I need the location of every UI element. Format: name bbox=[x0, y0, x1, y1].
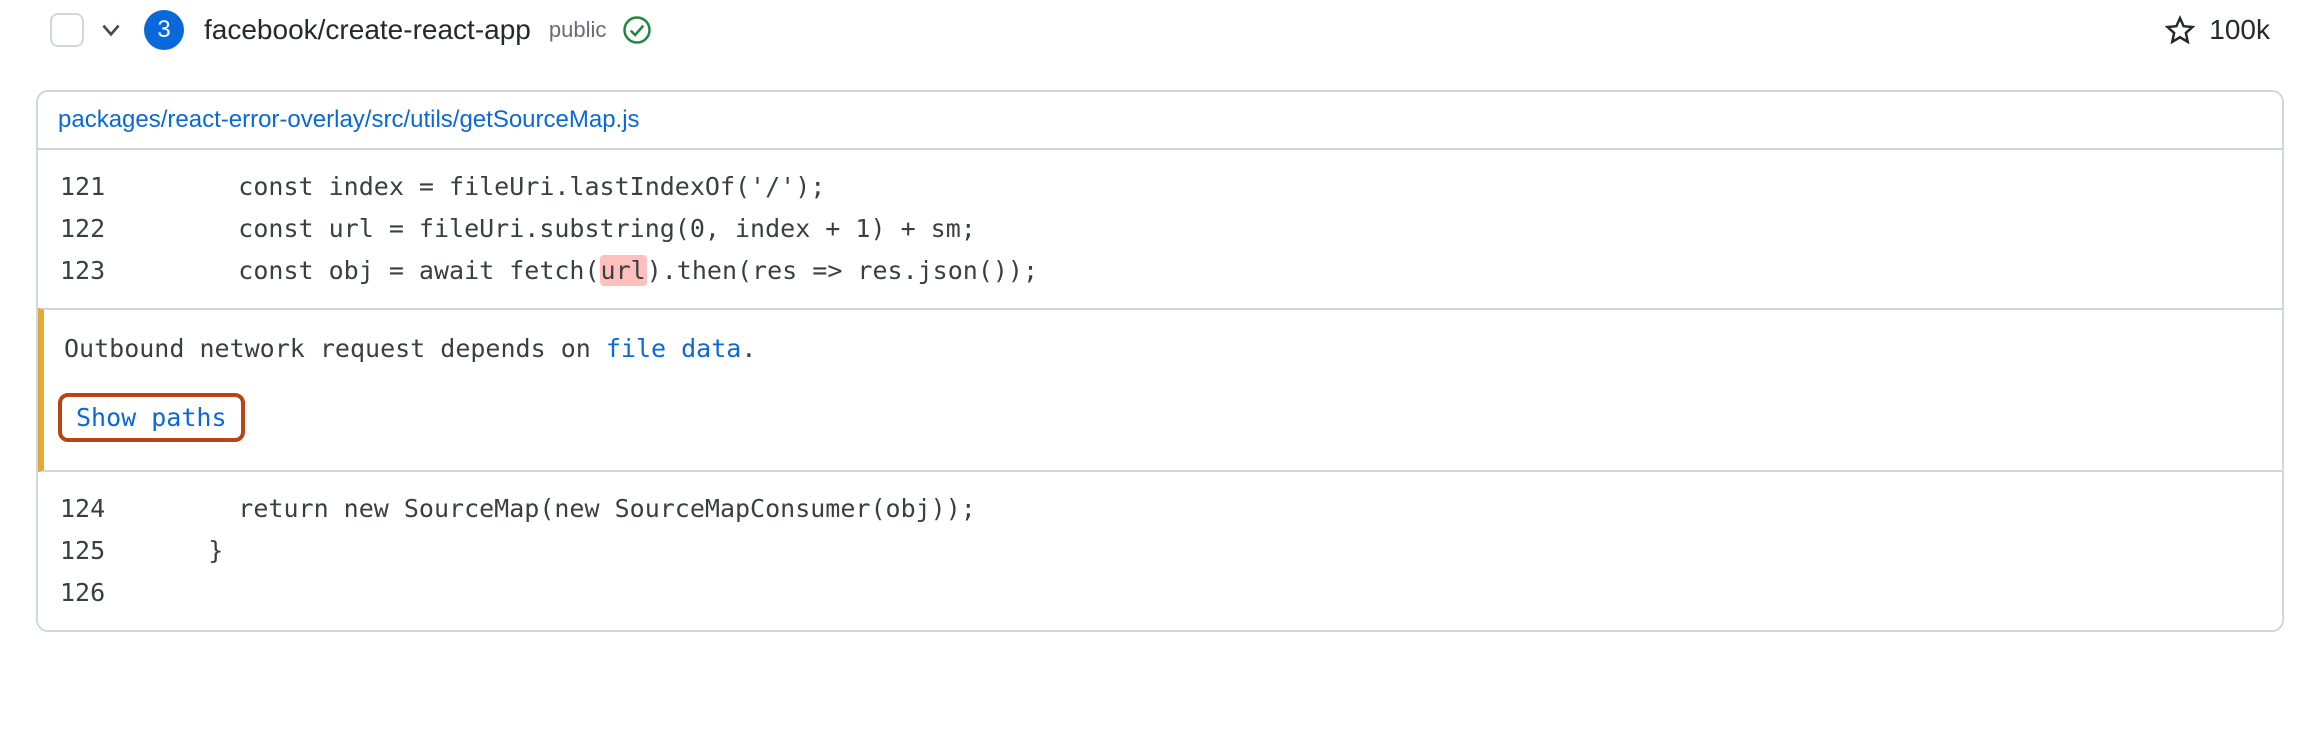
alert-text-before: Outbound network request depends on bbox=[64, 334, 606, 363]
code-panel: packages/react-error-overlay/src/utils/g… bbox=[36, 90, 2284, 632]
code-block-before: 121 const index = fileUri.lastIndexOf('/… bbox=[38, 150, 2282, 308]
chevron-down-icon bbox=[98, 17, 124, 43]
line-number: 121 bbox=[38, 166, 148, 208]
code-text: const obj = await fetch(url).then(res =>… bbox=[148, 250, 1038, 292]
code-text-after: ).then(res => res.json()); bbox=[647, 256, 1038, 285]
code-text: return new SourceMap(new SourceMapConsum… bbox=[148, 488, 976, 530]
alert-block: Outbound network request depends on file… bbox=[38, 308, 2282, 472]
line-number: 123 bbox=[38, 250, 148, 292]
star-count: 100k bbox=[2209, 14, 2270, 46]
code-block-after: 124 return new SourceMap(new SourceMapCo… bbox=[38, 472, 2282, 630]
code-line: 124 return new SourceMap(new SourceMapCo… bbox=[38, 488, 2282, 530]
expand-toggle[interactable] bbox=[98, 17, 124, 43]
status-ok-icon bbox=[622, 15, 652, 45]
alert-text-after: . bbox=[741, 334, 756, 363]
alert-count: 3 bbox=[157, 16, 170, 44]
code-line: 123 const obj = await fetch(url).then(re… bbox=[38, 250, 2282, 292]
star-icon[interactable] bbox=[2165, 15, 2195, 45]
result-header: 3 facebook/create-react-app public 100k bbox=[0, 10, 2320, 90]
line-number: 122 bbox=[38, 208, 148, 250]
code-text: } bbox=[148, 530, 223, 572]
file-path-bar: packages/react-error-overlay/src/utils/g… bbox=[38, 92, 2282, 150]
file-path-link[interactable]: packages/react-error-overlay/src/utils/g… bbox=[58, 106, 640, 133]
code-text-before: const obj = await fetch( bbox=[148, 256, 600, 285]
show-paths-label: Show paths bbox=[76, 403, 227, 432]
code-line: 126 bbox=[38, 572, 2282, 614]
alert-message: Outbound network request depends on file… bbox=[64, 334, 2262, 363]
code-line: 125 } bbox=[38, 530, 2282, 572]
alert-link[interactable]: file data bbox=[606, 334, 741, 363]
show-paths-button[interactable]: Show paths bbox=[58, 393, 245, 442]
line-number: 126 bbox=[38, 572, 148, 614]
highlighted-token: url bbox=[600, 255, 647, 286]
code-text: const url = fileUri.substring(0, index +… bbox=[148, 208, 976, 250]
code-line: 121 const index = fileUri.lastIndexOf('/… bbox=[38, 166, 2282, 208]
code-text: const index = fileUri.lastIndexOf('/'); bbox=[148, 166, 825, 208]
alert-count-badge: 3 bbox=[144, 10, 184, 50]
repo-visibility: public bbox=[549, 17, 606, 43]
line-number: 124 bbox=[38, 488, 148, 530]
code-line: 122 const url = fileUri.substring(0, ind… bbox=[38, 208, 2282, 250]
repo-name[interactable]: facebook/create-react-app bbox=[204, 14, 531, 46]
line-number: 125 bbox=[38, 530, 148, 572]
select-checkbox[interactable] bbox=[50, 13, 84, 47]
